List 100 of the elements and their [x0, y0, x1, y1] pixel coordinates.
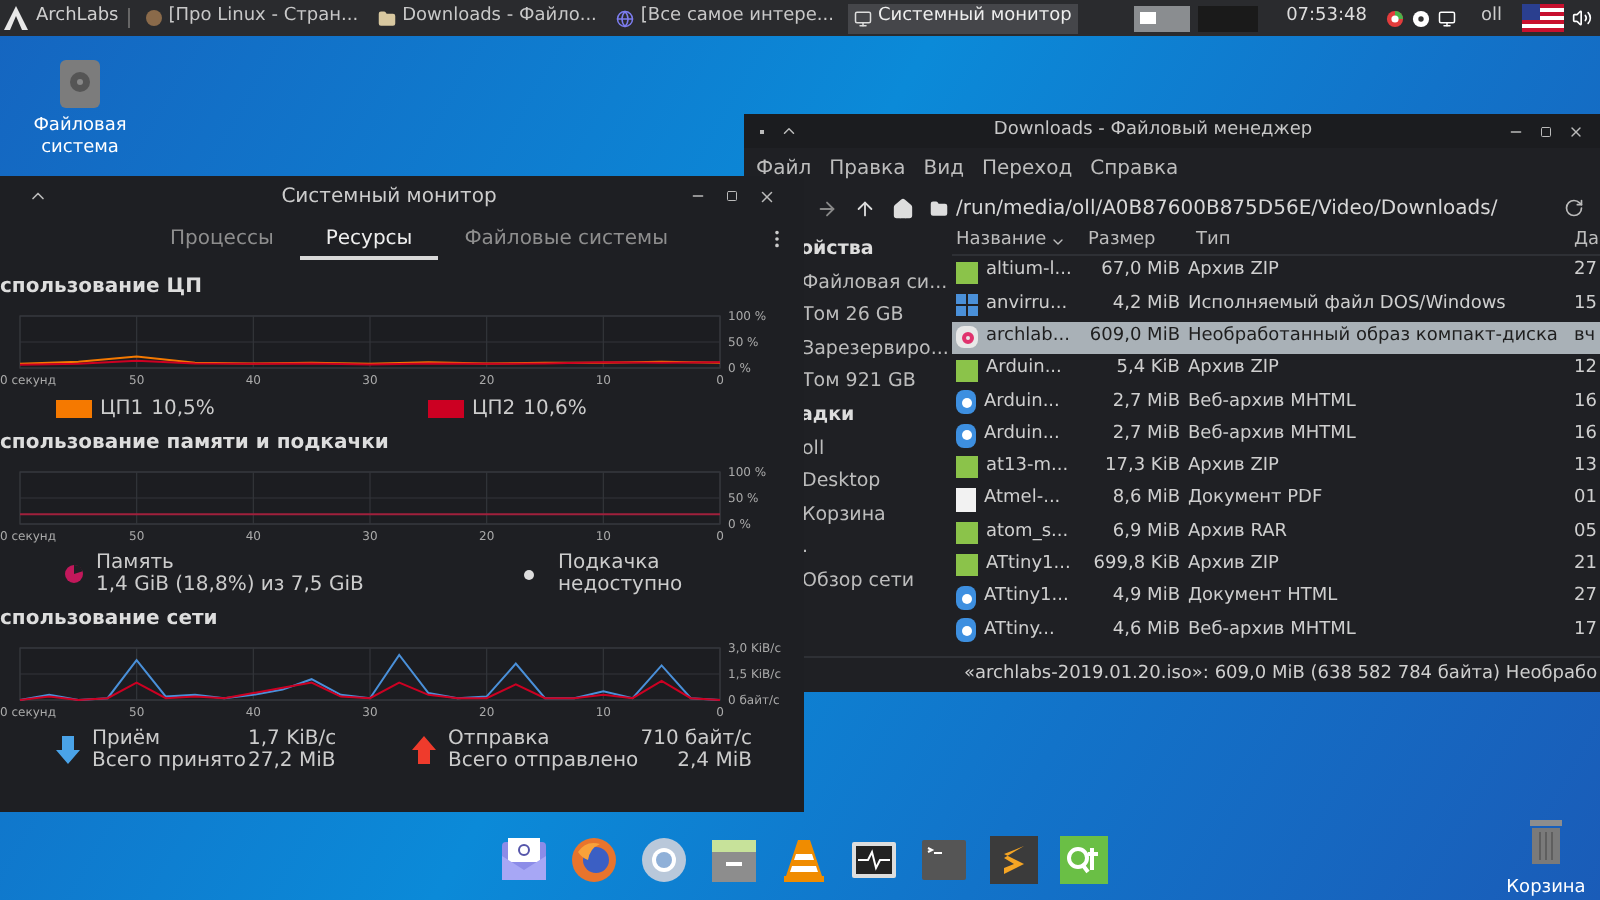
column-header[interactable]: Тип	[1180, 227, 1574, 255]
file-type: Исполняемый файл DOS/Windows	[1186, 291, 1508, 318]
file-row[interactable]: Arduin... 2,7 MiB Веб-архив MHTML 16	[952, 386, 1600, 419]
sidebar-item[interactable]: Том 921 GB	[800, 366, 952, 400]
send-total-label: Всего отправлено	[448, 750, 632, 772]
reload-icon[interactable]	[1564, 198, 1584, 218]
tab[interactable]: Ресурсы	[299, 220, 439, 260]
cone-icon[interactable]	[780, 836, 828, 884]
section-heading: спользование ЦП	[0, 274, 204, 302]
close-icon[interactable]	[1568, 123, 1584, 139]
legend-label: ЦП1	[100, 395, 144, 423]
archive-icon[interactable]	[710, 836, 758, 884]
file-date: 27	[1574, 258, 1599, 285]
file-name: anvirru...	[986, 291, 1068, 318]
file-date: 16	[1574, 421, 1599, 448]
column-header[interactable]: Да	[1574, 227, 1600, 255]
taskbar-item[interactable]: [Про Linux - Стран...	[140, 3, 365, 33]
mail-icon[interactable]	[500, 836, 548, 884]
up-icon[interactable]	[854, 197, 876, 219]
file-size: 67,0 MiB	[1099, 258, 1180, 285]
file-size: 699,8 KiB	[1091, 552, 1180, 579]
file-type: Веб-архив MHTML	[1186, 421, 1358, 448]
send-label: Отправка	[448, 728, 552, 750]
send-total: 2,4 MiB	[677, 750, 752, 772]
globe-icon	[616, 9, 635, 27]
column-header[interactable]: Название	[952, 227, 1088, 255]
window-title: Системный монитор	[279, 183, 499, 211]
swap-label: Подкачка	[558, 552, 662, 574]
file-date: 01	[1574, 486, 1599, 513]
sidebar-item[interactable]: Зарезервиро...	[800, 333, 952, 367]
file-row[interactable]: atom_s... 6,9 MiB Архив RAR 05	[952, 516, 1600, 550]
status-icon[interactable]	[1412, 9, 1431, 27]
file-size: 4,9 MiB	[1110, 584, 1180, 611]
sidebar-item[interactable]: Файловая си...	[800, 267, 952, 301]
file-row[interactable]: at13-m... 17,3 KiB Архив ZIP 13	[952, 451, 1600, 485]
file-row[interactable]: Atmel-... 8,6 MiB Документ PDF 01	[952, 484, 1600, 517]
menu-item[interactable]: Вид	[923, 153, 964, 183]
sidebar-item[interactable]: Desktop	[800, 466, 952, 500]
monitor-icon	[853, 9, 872, 27]
menu-item[interactable]: Переход	[981, 153, 1073, 183]
file-type: Необработанный образ компакт-диска	[1186, 323, 1560, 350]
close-icon[interactable]	[758, 187, 776, 205]
display-icon[interactable]	[1438, 9, 1457, 27]
system-monitor-icon[interactable]	[850, 836, 898, 884]
sidebar-item[interactable]: .	[800, 532, 952, 566]
taskbar-item[interactable]: [Все самое интере...	[610, 3, 840, 33]
file-name: Arduin...	[986, 356, 1062, 383]
file-date: 12	[1574, 356, 1599, 383]
menu-item[interactable]: Файл	[756, 153, 812, 183]
forward-icon[interactable]	[816, 197, 838, 219]
column-header[interactable]: Размер	[1088, 227, 1180, 255]
file-row[interactable]: archlab... 609,0 MiB Необработанный образ компакт-диска вч	[952, 321, 1600, 354]
file-name: archlab...	[986, 323, 1070, 350]
file-row[interactable]: Arduin... 2,7 MiB Веб-архив MHTML 16	[952, 418, 1600, 452]
menu-item[interactable]: Правка	[829, 153, 906, 183]
file-name: Arduin...	[984, 421, 1060, 448]
file-name: Atmel-...	[984, 486, 1061, 513]
window-title: Downloads - Файловый менеджер	[991, 117, 1315, 144]
path-bar[interactable]: /run/media/oll/A0B87600B875D56E/Video/Downloads/	[930, 193, 1548, 223]
volume-icon[interactable]	[1572, 8, 1592, 28]
tab[interactable]: Файловые системы	[438, 220, 694, 260]
legend-swatch[interactable]	[428, 399, 464, 417]
file-type: Веб-архив MHTML	[1186, 617, 1358, 644]
home-icon[interactable]	[892, 197, 914, 219]
receive-label: Приём	[92, 728, 163, 750]
file-row[interactable]: altium-l... 67,0 MiB Архив ZIP 27	[952, 256, 1600, 289]
maximize-icon[interactable]	[726, 190, 738, 202]
status-icon[interactable]	[1386, 9, 1405, 27]
file-row[interactable]: ATtiny1... 699,8 KiB Архив ZIP 21	[952, 549, 1600, 582]
menu-item[interactable]: Справка	[1090, 153, 1179, 183]
browser-icon[interactable]	[570, 836, 618, 884]
file-size: 2,7 MiB	[1110, 389, 1180, 416]
tab[interactable]: Процессы	[144, 220, 300, 260]
file-row[interactable]: anvirru... 4,2 MiB Исполняемый файл DOS/Windows 15	[952, 288, 1600, 322]
file-size: 17,3 KiB	[1103, 454, 1180, 481]
taskbar-item[interactable]: Системный монитор	[847, 3, 1078, 33]
editor-icon[interactable]	[990, 836, 1038, 884]
file-row[interactable]: ATtiny1... 4,9 MiB Документ HTML 27	[952, 581, 1600, 615]
section-heading: спользование памяти и подкачки	[0, 430, 391, 458]
sidebar-item[interactable]: Корзина	[800, 499, 952, 533]
file-row[interactable]: Arduin... 5,4 KiB Архив ZIP 12	[952, 353, 1600, 387]
shade-icon[interactable]	[780, 122, 798, 140]
file-row[interactable]: ATtiny... 4,6 MiB Веб-архив MHTML 17	[952, 614, 1600, 648]
file-date: 05	[1574, 519, 1599, 546]
maximize-icon[interactable]	[1540, 125, 1552, 137]
web-document-icon	[956, 618, 976, 643]
sidebar-item[interactable]: Том 26 GB	[800, 300, 952, 334]
legend-value: 10,5%	[151, 395, 215, 423]
download-arrow-icon	[56, 736, 80, 764]
file-date: 17	[1574, 617, 1599, 644]
file-name: Arduin...	[984, 389, 1060, 416]
browser-icon[interactable]	[640, 836, 688, 884]
flag-icon[interactable]	[1522, 4, 1564, 32]
file-date: 21	[1574, 552, 1599, 579]
legend-swatch[interactable]	[56, 399, 92, 417]
sidebar-item[interactable]: Обзор сети	[800, 565, 952, 600]
web-document-icon	[956, 390, 976, 415]
taskbar-item[interactable]: Downloads - Файло...	[372, 3, 603, 33]
file-type: Документ HTML	[1186, 584, 1340, 611]
workspace-pager[interactable]	[1134, 5, 1191, 31]
